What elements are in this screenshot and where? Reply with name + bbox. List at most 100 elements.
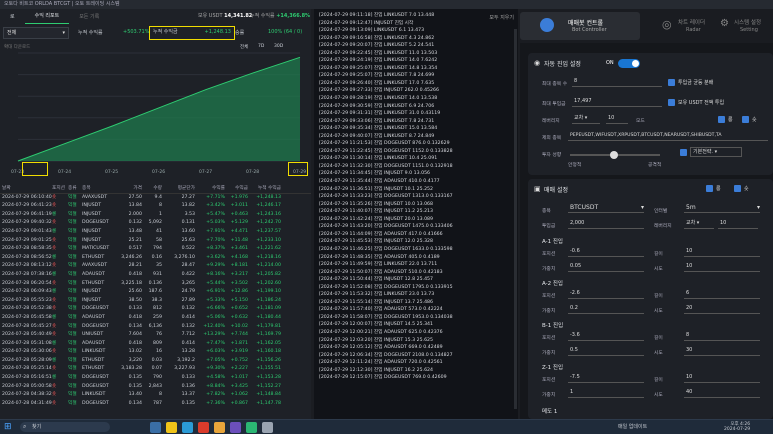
table-cell: +1,179.81: [256, 323, 281, 329]
group-weight-input[interactable]: 0.5: [568, 346, 644, 356]
table-row[interactable]: 2024-07-28 05:52:38 숏 익절 DOGEUSDT 0.133 812 0.…: [0, 305, 311, 314]
group-position-input[interactable]: -2.6: [568, 289, 644, 299]
tab-setting[interactable]: ⚙ 시스템 설정 Setting: [718, 12, 773, 40]
group-label: 길이: [654, 336, 663, 341]
log-line: [2024-07-29 11:30:14] 진입 LINKUSDT 10.4 2…: [319, 156, 438, 162]
group-attempt-input[interactable]: 30: [684, 346, 760, 356]
default-strategy-select[interactable]: 기본전략. ▾: [690, 147, 742, 157]
table-row[interactable]: 2024-07-28 05:31:08 롱 익절 ADAUSDT 0.418 809 0.4…: [0, 340, 311, 349]
table-row[interactable]: 2024-07-29 09:40:32 숏 익절 DOGEUSDT 0.132 5,092…: [0, 219, 311, 228]
group-position-input[interactable]: -0.6: [568, 247, 644, 257]
log-line: [2024-07-29 12:15:07] 진입 DOGEUSDT 769.0 …: [319, 375, 447, 381]
trade-short-checkbox[interactable]: [734, 185, 741, 192]
group-length-input[interactable]: 8: [684, 331, 760, 341]
table-row[interactable]: 2024-07-28 08:13:12 숏 익절 AVAXUSDT 28.21 35 28.…: [0, 262, 311, 271]
filter-select[interactable]: 전체 ▾: [3, 27, 69, 39]
amount-input[interactable]: 2,000: [568, 219, 644, 229]
table-row[interactable]: 2024-07-29 06:10:40 숏 익절 AVAXUSDT 27.50 9.4 27…: [0, 194, 311, 203]
table-row[interactable]: 2024-07-29 09:01:25 숏 익절 INJUSDT 25.21 58 25.6…: [0, 237, 311, 246]
table-cell: 5,092: [148, 220, 162, 226]
table-row[interactable]: 2024-07-28 06:09:43 롱 익절 INJUSDT 25.60 187.6 2…: [0, 288, 311, 297]
long-checkbox[interactable]: [718, 116, 725, 123]
table-cell: 2024-07-29 06:41:19: [2, 211, 52, 217]
interval-select[interactable]: 5m ▾: [684, 203, 760, 213]
table-cell: +12.86: [230, 289, 248, 295]
table-row[interactable]: 2024-07-28 05:40:49 숏 익절 UNIUSDT 7.604 76 7.71…: [0, 331, 311, 340]
clock[interactable]: 오후 4:26 2024-07-29: [724, 421, 750, 432]
table-row[interactable]: 2024-07-29 09:01:43 롱 익절 INJUSDT 13.48 41 13.6…: [0, 228, 311, 237]
max-symbols-input[interactable]: 8: [572, 77, 662, 87]
table-row[interactable]: 2024-07-28 08:58:35 숏 익절 MATICUSDT 0.517 794 0…: [0, 245, 311, 254]
table-row[interactable]: 2024-07-28 05:00:58 숏 익절 DOGEUSDT 0.135 2,843…: [0, 383, 311, 392]
group-length-input[interactable]: 10: [684, 247, 760, 257]
group-weight-input[interactable]: 0.2: [568, 304, 644, 314]
table-row[interactable]: 2024-07-29 06:41:19 롱 익절 INJUSDT 2.000 1 3.53 +…: [0, 211, 311, 220]
clear-logs-button[interactable]: 모두 지우기: [489, 14, 514, 21]
long-label: 롱: [728, 117, 733, 123]
taskbar-search[interactable]: ⌕ 찾기: [20, 422, 110, 432]
trade-long-checkbox[interactable]: [706, 185, 713, 192]
group-attempt-input[interactable]: 20: [684, 304, 760, 314]
table-row[interactable]: 2024-07-28 05:55:23 숏 익절 INJUSDT 38.50 38.3 27…: [0, 297, 311, 306]
table-row[interactable]: 2024-07-28 05:16:51 롱 익절 DOGEUSDT 0.135 790 0.…: [0, 374, 311, 383]
short-checkbox[interactable]: [742, 116, 749, 123]
auto-toggle[interactable]: [618, 59, 640, 68]
table-row[interactable]: 2024-07-28 07:38:16 롱 익절 ADAUSDT 0.418 931 0.4…: [0, 271, 311, 280]
table-cell: 0.418: [128, 314, 142, 320]
table-row[interactable]: 2024-07-28 05:28:09 롱 익절 ETHUSDT 3,220 0.03 3,…: [0, 357, 311, 366]
windows-start-icon[interactable]: ⊞: [4, 422, 14, 432]
table-cell: 2024-07-28 05:52:38: [2, 306, 52, 312]
group-length-input[interactable]: 10: [684, 373, 760, 383]
group-position-input[interactable]: -3.6: [568, 331, 644, 341]
risk-slider[interactable]: [570, 151, 660, 159]
table-row[interactable]: 2024-07-28 06:20:54 숏 익절 ETHUSDT 3,225.18 0.1…: [0, 280, 311, 289]
tab-profit-report[interactable]: 수익 리포트: [24, 10, 70, 24]
equal-split-checkbox[interactable]: [668, 79, 675, 86]
log-scrollbar[interactable]: [514, 29, 517, 409]
chrome-icon[interactable]: [214, 422, 225, 433]
table-cell: 787: [153, 400, 162, 406]
table-cell: 숏: [52, 203, 57, 209]
report-panel: 로 수익 리포트 모든 기록 보유 USDT 14,341.82 누적 수익률 …: [0, 9, 311, 419]
table-row[interactable]: 2024-07-28 08:56:52 롱 익절 ETHUSDT 3,246.26 0.1…: [0, 254, 311, 263]
group-attempt-input[interactable]: 40: [684, 388, 760, 398]
task-view-icon[interactable]: [150, 422, 161, 433]
table-row[interactable]: 2024-07-28 04:38:32 숏 익절 LINKUSDT 13.40 8 13.3…: [0, 391, 311, 400]
leverage-input[interactable]: 10: [606, 114, 628, 124]
table-row[interactable]: 2024-07-28 05:25:14 숏 익절 ETHUSDT 3,183.28 0.0…: [0, 365, 311, 374]
tab-bot-controller[interactable]: 매매봇 컨트롤 Bot Controller: [520, 12, 640, 40]
edge-icon[interactable]: [182, 422, 193, 433]
table-cell: 2024-07-28 05:00:58: [2, 383, 52, 389]
table-row[interactable]: 2024-07-28 05:45:27 숏 익절 DOGEUSDT 0.134 6,136…: [0, 323, 311, 332]
group-weight-input[interactable]: 0.05: [568, 262, 644, 272]
file-explorer-icon[interactable]: [166, 422, 177, 433]
group-attempt-input[interactable]: 10: [684, 262, 760, 272]
tab-home[interactable]: 로: [0, 13, 25, 20]
app-icon-green[interactable]: [246, 422, 257, 433]
group-weight-input[interactable]: 1: [568, 388, 644, 398]
trade-leverage-input[interactable]: 10: [718, 219, 758, 229]
default-strategy-checkbox[interactable]: [680, 149, 687, 156]
leverage-mode-select[interactable]: 교차 ▾: [572, 114, 600, 124]
group-label: 시도: [654, 267, 663, 272]
symbol-select[interactable]: BTCUSDT ▾: [568, 203, 644, 213]
app-icon-red[interactable]: [198, 422, 209, 433]
tab-radar[interactable]: ◎ 차트 레이더 Radar: [660, 12, 710, 40]
app-icon-purple[interactable]: [230, 422, 241, 433]
update-notice[interactable]: 매일 업데이트: [618, 423, 647, 430]
group-position-input[interactable]: -7.5: [568, 373, 644, 383]
tab-all-records[interactable]: 모든 기록: [69, 13, 109, 20]
table-cell: 187.6: [148, 289, 162, 295]
max-invest-input[interactable]: 17,497: [572, 97, 662, 107]
all-usdt-checkbox[interactable]: [668, 99, 675, 106]
table-row[interactable]: 2024-07-28 05:45:58 롱 익절 ADAUSDT 0.418 259 0.4…: [0, 314, 311, 323]
table-cell: +1,199.10: [256, 289, 281, 295]
group-length-input[interactable]: 6: [684, 289, 760, 299]
app-icon-gray[interactable]: [262, 422, 273, 433]
table-cell: +1,233.10: [256, 237, 281, 243]
exclude-symbols-input[interactable]: PEPEUSDT,WIFUSDT,XRPUSDT,BTCUSDT,NEARUSD…: [568, 131, 768, 141]
table-row[interactable]: 2024-07-29 06:41:23 숏 익절 INJUSDT 13.84 8 13.82…: [0, 202, 311, 211]
table-row[interactable]: 2024-07-28 05:30:06 숏 익절 LINKUSDT 13.02 16 13.…: [0, 348, 311, 357]
table-row[interactable]: 2024-07-28 04:31:49 숏 익절 DOGEUSDT 0.134 787 0.…: [0, 400, 311, 409]
trade-leverage-mode[interactable]: 교차 ▾: [684, 219, 714, 229]
